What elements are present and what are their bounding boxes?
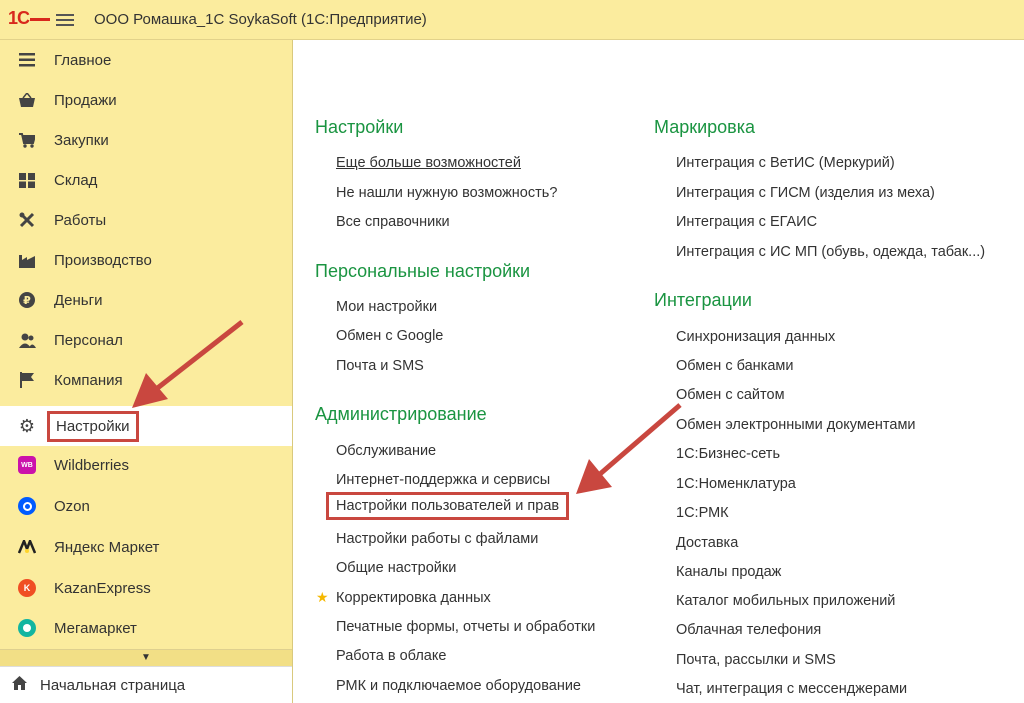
home-icon xyxy=(12,676,30,694)
sidebar-item-production[interactable]: Производство xyxy=(0,240,292,280)
link-sales-channels[interactable]: Каналы продаж xyxy=(676,564,781,580)
warehouse-icon xyxy=(18,171,36,189)
link-print-forms[interactable]: Печатные формы, отчеты и обработки xyxy=(336,619,595,635)
link-my-settings[interactable]: Мои настройки xyxy=(336,299,437,315)
section-title-personal-settings: Персональные настройки xyxy=(315,261,531,281)
hamburger-menu-icon[interactable] xyxy=(56,11,74,27)
wildberries-badge: WB xyxy=(18,456,36,474)
yandex-market-icon xyxy=(18,538,36,556)
sidebar-item-main[interactable]: Главное xyxy=(0,40,292,80)
home-page-button[interactable]: Начальная страница xyxy=(0,666,292,703)
sidebar-item-label: KazanExpress xyxy=(54,579,151,597)
link-data-sync[interactable]: Синхронизация данных xyxy=(676,329,835,345)
svg-text:₽: ₽ xyxy=(23,294,31,307)
logo-text: 1С xyxy=(8,8,30,28)
link-more-features[interactable]: Еще больше возможностей xyxy=(336,155,521,171)
sidebar-item-company[interactable]: Компания xyxy=(0,360,292,400)
sidebar-item-label: Компания xyxy=(54,371,123,389)
gear-icon: ⚙ xyxy=(18,415,36,436)
sidebar-item-label: Персонал xyxy=(54,331,123,349)
factory-icon xyxy=(18,251,36,269)
link-egais[interactable]: Интеграция с ЕГАИС xyxy=(676,214,817,230)
app-title: ООО Ромашка_1С SoykaSoft (1С:Предприятие… xyxy=(94,11,427,28)
people-icon xyxy=(18,331,36,349)
link-mail-sms[interactable]: Почта и SMS xyxy=(336,358,424,374)
home-page-label: Начальная страница xyxy=(40,676,186,694)
wildberries-icon: WB xyxy=(18,456,36,474)
link-general-settings[interactable]: Общие настройки xyxy=(336,560,456,576)
sidebar-item-money[interactable]: ₽ Деньги xyxy=(0,280,292,320)
link-delivery[interactable]: Доставка xyxy=(676,535,738,551)
link-mobile-apps[interactable]: Каталог мобильных приложений xyxy=(676,593,895,609)
sidebar-item-yandex-market[interactable]: Яндекс Маркет xyxy=(0,527,292,567)
megamarket-icon xyxy=(18,619,36,637)
link-cloud-work[interactable]: Работа в облаке xyxy=(336,648,446,664)
link-user-rights-settings[interactable]: Настройки пользователей и прав xyxy=(326,492,570,520)
sidebar-item-label: Ozon xyxy=(54,497,90,515)
link-is-mp[interactable]: Интеграция с ИС МП (обувь, одежда, табак… xyxy=(676,244,985,260)
sidebar-item-sales[interactable]: Продажи xyxy=(0,80,292,120)
link-mail-newsletters-sms[interactable]: Почта, рассылки и SMS xyxy=(676,652,836,668)
link-all-catalogs[interactable]: Все справочники xyxy=(336,214,450,230)
sidebar-scroll-down-button[interactable]: ▼ xyxy=(0,649,292,666)
sidebar-item-label: Деньги xyxy=(54,291,103,309)
money-icon: ₽ xyxy=(18,291,36,309)
sidebar-item-label: Склад xyxy=(54,171,98,189)
link-internet-support[interactable]: Интернет-поддержка и сервисы xyxy=(336,472,550,488)
sidebar-item-settings[interactable]: ⚙ Настройки xyxy=(0,406,292,446)
link-maintenance[interactable]: Обслуживание xyxy=(336,443,436,459)
flag-icon xyxy=(18,371,36,389)
main-menu-icon xyxy=(18,51,36,69)
sidebar-item-works[interactable]: Работы xyxy=(0,200,292,240)
sidebar-item-purchases[interactable]: Закупки xyxy=(0,120,292,160)
sidebar-item-label: Закупки xyxy=(54,131,109,149)
link-gism[interactable]: Интеграция с ГИСМ (изделия из меха) xyxy=(676,185,935,201)
sidebar-item-label: Главное xyxy=(54,51,112,69)
sidebar-item-label: Продажи xyxy=(54,91,117,109)
tools-icon xyxy=(18,211,36,229)
favorite-star-icon[interactable]: ★ xyxy=(316,589,329,606)
sidebar-item-staff[interactable]: Персонал xyxy=(0,320,292,360)
link-data-correction[interactable]: Корректировка данных xyxy=(336,590,491,606)
link-nomenclature[interactable]: 1С:Номенклатура xyxy=(676,476,796,492)
link-google-exchange[interactable]: Обмен с Google xyxy=(336,328,443,344)
link-chat-messengers[interactable]: Чат, интеграция с мессенджерами xyxy=(676,681,907,697)
sidebar-item-kazanexpress[interactable]: K KazanExpress xyxy=(0,568,292,608)
link-vetis[interactable]: Интеграция с ВетИС (Меркурий) xyxy=(676,155,895,171)
link-pos-equipment[interactable]: РМК и подключаемое оборудование xyxy=(336,678,581,694)
link-rmk[interactable]: 1С:РМК xyxy=(676,505,729,521)
ozon-icon xyxy=(18,497,36,515)
sidebar-item-label: Мегамаркет xyxy=(54,619,137,637)
section-title-marking: Маркировка xyxy=(654,117,756,137)
sidebar-item-warehouse[interactable]: Склад xyxy=(0,160,292,200)
chevron-down-icon: ▼ xyxy=(141,652,151,663)
sidebar-item-ozon[interactable]: Ozon xyxy=(0,486,292,526)
link-cloud-telephony[interactable]: Облачная телефония xyxy=(676,622,821,638)
link-bank-exchange[interactable]: Обмен с банками xyxy=(676,358,793,374)
section-title-administration: Администрирование xyxy=(315,404,487,424)
link-feature-not-found[interactable]: Не нашли нужную возможность? xyxy=(336,185,557,201)
sidebar-item-label: Работы xyxy=(54,211,107,229)
link-business-network[interactable]: 1С:Бизнес-сеть xyxy=(676,446,780,462)
1c-logo[interactable]: 1С xyxy=(8,8,51,29)
arrow-to-user-rights xyxy=(576,403,682,494)
section-title-settings: Настройки xyxy=(315,117,404,137)
sidebar: Главное Продажи Закупки Склад Работы Про… xyxy=(0,40,293,703)
sidebar-item-megamarket[interactable]: Мегамаркет xyxy=(0,608,292,648)
section-title-integrations: Интеграции xyxy=(654,290,752,310)
sidebar-item-label: Производство xyxy=(54,251,152,269)
sidebar-item-label: Яндекс Маркет xyxy=(54,538,160,556)
basket-icon xyxy=(18,91,36,109)
cart-icon xyxy=(18,131,36,149)
title-bar: 1С ООО Ромашка_1С SoykaSoft (1С:Предприя… xyxy=(0,0,1024,40)
sidebar-item-wildberries[interactable]: WB Wildberries xyxy=(0,445,292,485)
link-site-exchange[interactable]: Обмен с сайтом xyxy=(676,387,785,403)
link-edi-exchange[interactable]: Обмен электронными документами xyxy=(676,417,916,433)
sidebar-item-label: Настройки xyxy=(47,410,139,442)
sidebar-item-label: Wildberries xyxy=(54,456,130,474)
link-file-settings[interactable]: Настройки работы с файлами xyxy=(336,531,538,547)
kazanexpress-icon: K xyxy=(18,579,36,597)
